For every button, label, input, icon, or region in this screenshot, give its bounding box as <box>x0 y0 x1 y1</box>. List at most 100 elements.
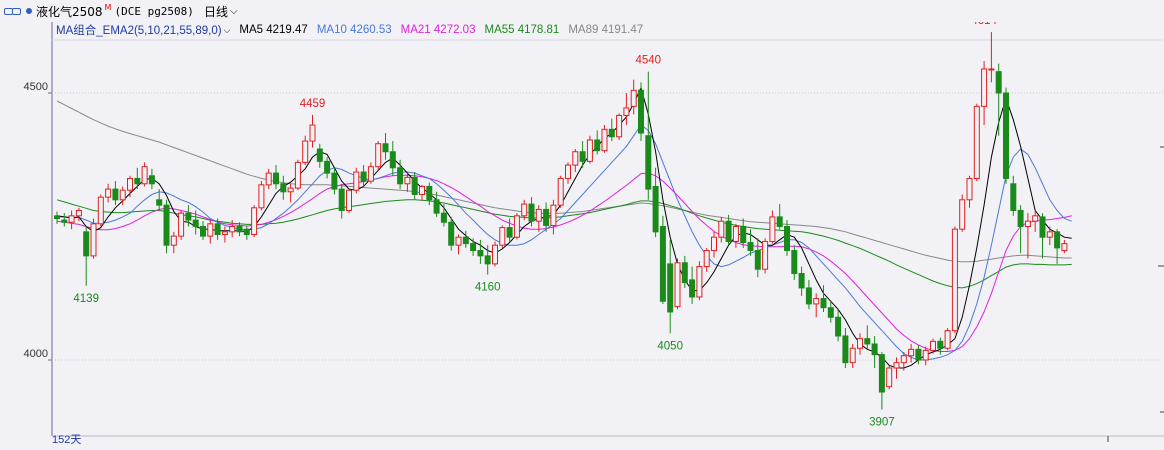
candle-body-down <box>112 188 119 201</box>
candle-body-down <box>681 262 688 284</box>
candle <box>382 133 389 160</box>
candle <box>302 135 309 166</box>
candle-body-down <box>652 185 659 233</box>
candle-body-up <box>90 223 97 257</box>
candle-body-up <box>265 172 272 186</box>
days-count-label: 152天 <box>52 434 82 446</box>
candle-body-down <box>397 167 404 185</box>
candle-body-up <box>492 244 498 265</box>
legend-ma21: MA21 4272.03 <box>400 24 476 36</box>
candle-body-up <box>572 151 579 166</box>
candle <box>389 141 396 176</box>
candle-body-down <box>477 250 484 257</box>
candle <box>616 113 623 140</box>
candle <box>981 60 988 126</box>
candle-body-down <box>805 287 812 305</box>
candle-body-down <box>185 212 192 221</box>
candle <box>83 226 90 286</box>
candle <box>594 130 601 155</box>
candle <box>338 183 345 219</box>
candlestick-chart[interactable]: 4000 4500 4139 4459 4160 4540 4050 3907 4614 <box>0 22 1164 450</box>
candle <box>835 309 842 342</box>
candle <box>404 173 411 192</box>
candle-body-down <box>426 185 433 201</box>
candle-body-down <box>842 335 849 364</box>
candle <box>572 149 579 173</box>
candle-body-up <box>732 226 739 242</box>
candle <box>258 181 265 211</box>
candle <box>148 168 155 190</box>
candle <box>645 71 652 200</box>
candle <box>557 175 564 208</box>
candle-body-down <box>740 226 747 244</box>
candle-body-down <box>915 348 922 361</box>
low-annotation: 4050 <box>657 340 683 352</box>
legend-ma55: MA55 4178.81 <box>484 24 560 36</box>
link-icon[interactable] <box>4 6 21 16</box>
candle-body-up <box>616 114 623 138</box>
ma-group-dropdown[interactable]: MA组合_EMA2(5,10,21,55,89,0) ⌵ <box>56 22 230 38</box>
candle <box>732 223 739 248</box>
candle <box>762 238 769 274</box>
candle-body-up <box>718 220 725 238</box>
candle <box>893 357 900 379</box>
candle <box>550 199 557 235</box>
candle-body-up <box>119 189 126 201</box>
candle <box>754 238 761 278</box>
candle-body-up <box>973 105 980 179</box>
candle-body-down <box>61 219 68 223</box>
candle-body-up <box>557 177 564 206</box>
candle <box>346 189 352 214</box>
candle-body-up <box>375 143 382 168</box>
candle-body-down <box>871 343 878 356</box>
candle <box>280 175 287 200</box>
candle-body-down <box>462 236 469 245</box>
candle-body-up <box>302 140 309 163</box>
candle-body-down <box>798 272 805 289</box>
candle <box>864 325 871 350</box>
period-dropdown[interactable]: 日线 ⌵ <box>204 3 238 20</box>
candle-body-down <box>440 212 447 223</box>
candle <box>608 118 615 142</box>
high-annotation: 4459 <box>300 98 326 110</box>
candle <box>966 175 973 208</box>
candle-body-down <box>156 199 163 206</box>
candle-body-down <box>878 354 885 393</box>
candle-body-down <box>689 279 696 298</box>
candle <box>689 266 696 304</box>
candle-body-down <box>83 231 90 257</box>
candle-body-up <box>141 166 148 185</box>
candle-body-down <box>638 89 644 134</box>
candle <box>134 167 141 190</box>
candle <box>499 225 506 248</box>
candle-body-down <box>1003 92 1009 179</box>
candle <box>513 213 520 240</box>
candle-body-up <box>769 216 776 242</box>
candle <box>784 220 790 256</box>
candle-body-down <box>1017 209 1024 227</box>
candle <box>367 162 374 184</box>
y-tick-label: 4500 <box>24 81 48 93</box>
candle-body-down <box>1054 231 1061 249</box>
candle-body-down <box>484 255 491 265</box>
candle-body-down <box>236 226 243 233</box>
candle <box>324 157 331 179</box>
candle <box>1010 175 1017 216</box>
candle-body-down <box>528 203 535 222</box>
candle-body-up <box>959 199 966 230</box>
candle <box>448 216 455 251</box>
candle-body-up <box>988 68 995 71</box>
candle-body-down <box>192 219 199 227</box>
candle <box>630 79 637 115</box>
candle <box>1039 213 1046 259</box>
candle-body-down <box>324 160 331 174</box>
candle-body-up <box>703 250 710 268</box>
candle-body-down <box>243 228 250 236</box>
high-annotation: 4614 <box>971 22 997 27</box>
candle <box>353 167 360 194</box>
symbol-title[interactable]: 液化气2508 M (DCE pg2508) <box>36 3 204 20</box>
candle <box>959 194 966 232</box>
candle-body-up <box>550 204 557 226</box>
candle-body-up <box>513 215 520 238</box>
candle-body-up <box>294 161 301 189</box>
